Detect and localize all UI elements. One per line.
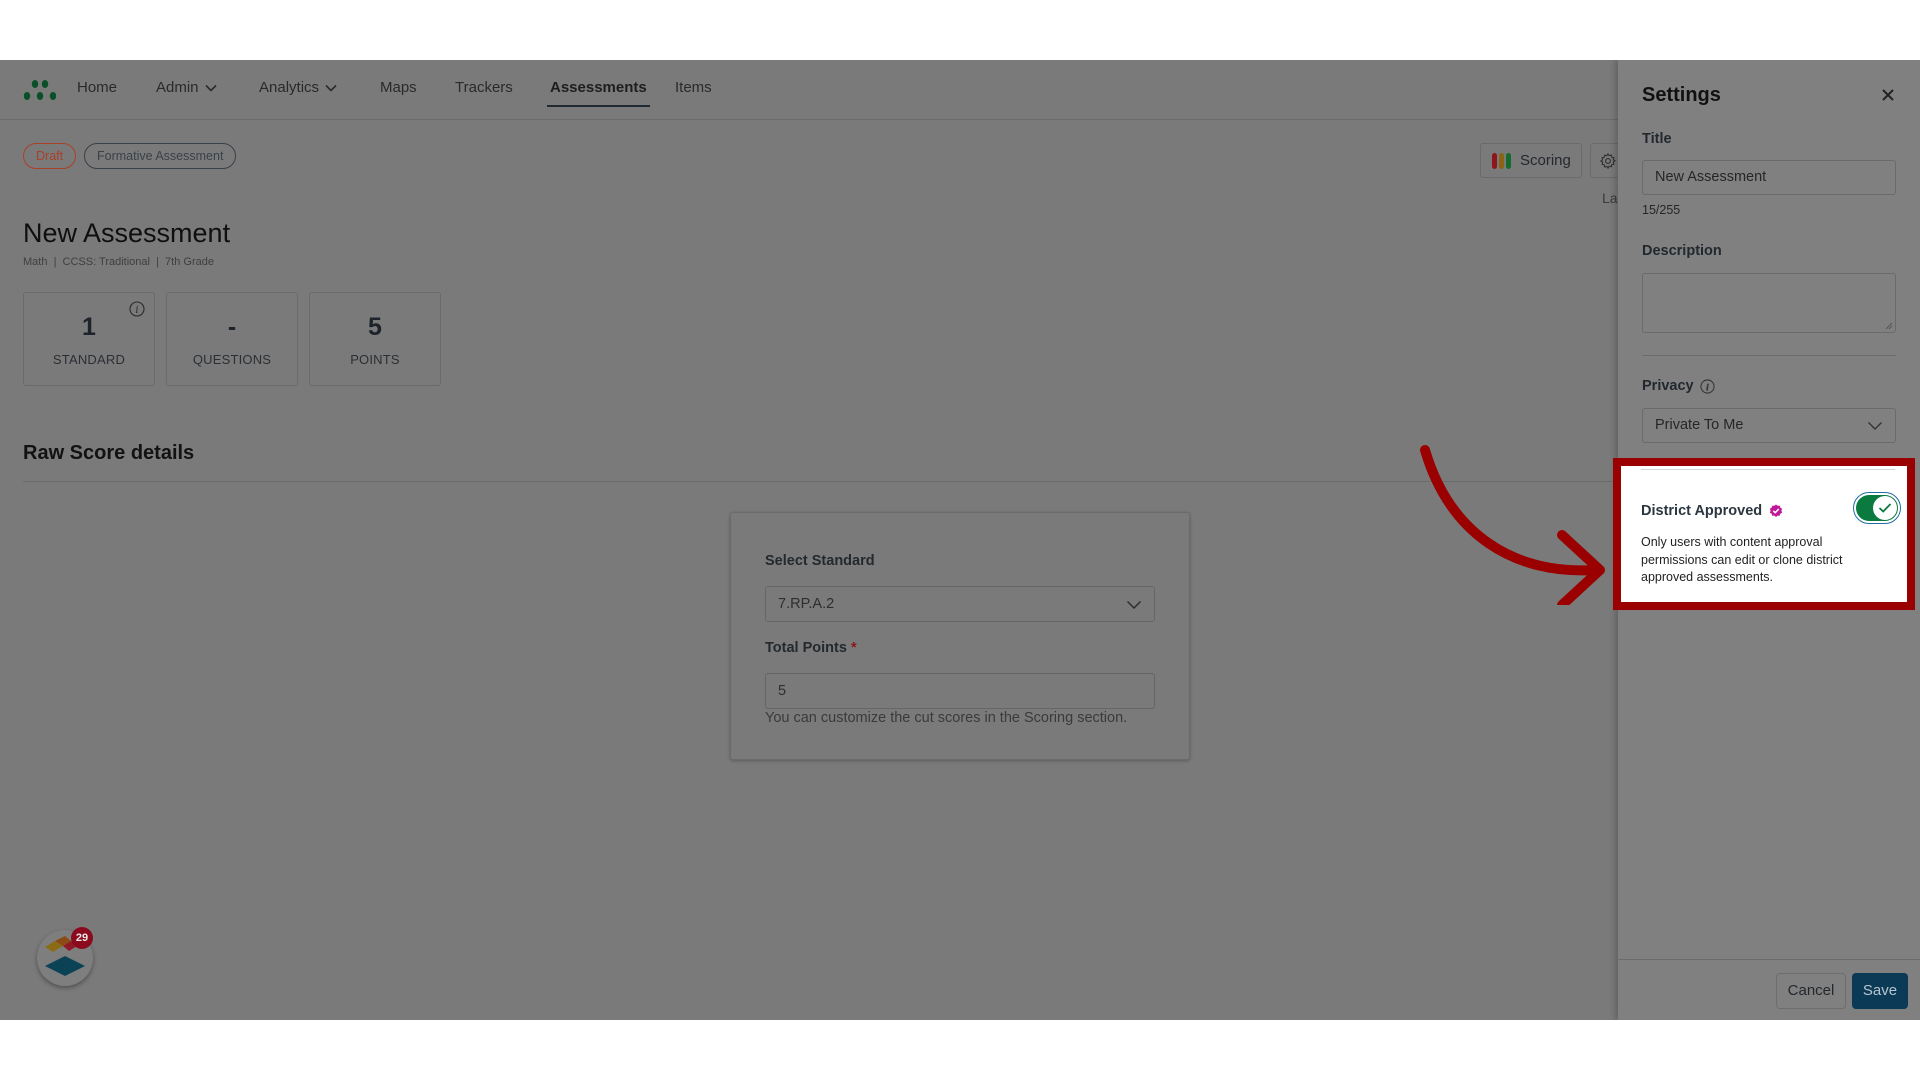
gear-icon — [1599, 152, 1616, 170]
district-approved-label-text: District Approved — [1641, 503, 1763, 519]
notification-count-badge: 29 — [71, 927, 93, 949]
panel-divider — [1642, 355, 1896, 356]
select-standard-label: Select Standard — [765, 553, 875, 569]
total-points-label-text: Total Points — [765, 640, 847, 656]
nav-assessments-label: Assessments — [550, 79, 647, 96]
svg-text:i: i — [1705, 382, 1709, 393]
stat-value: - — [227, 313, 237, 341]
required-mark: * — [850, 640, 857, 656]
chevron-down-icon — [1126, 600, 1142, 610]
resize-handle-icon[interactable] — [1885, 322, 1893, 330]
nav-admin[interactable]: Admin — [156, 79, 217, 96]
truncated-label: La — [1602, 190, 1618, 206]
assessment-type-badge: Formative Assessment — [84, 143, 237, 169]
active-tab-indicator — [547, 105, 650, 107]
nav-trackers-label: Trackers — [455, 79, 513, 96]
status-badge: Draft — [23, 143, 77, 169]
assessment-meta: Math | CCSS: Traditional | 7th Grade — [23, 256, 214, 268]
nav-home[interactable]: Home — [77, 79, 117, 96]
panel-divider — [1641, 469, 1895, 470]
district-approved-description: Only users with content approval permiss… — [1641, 535, 1843, 584]
scoring-button[interactable]: Scoring — [1480, 143, 1582, 178]
title-label: Title — [1642, 131, 1672, 147]
chevron-down-icon — [1868, 422, 1882, 430]
section-title: Raw Score details — [23, 442, 195, 464]
nav-analytics[interactable]: Analytics — [259, 79, 337, 96]
nav-items-label: Items — [675, 79, 712, 96]
stat-value: 5 — [368, 313, 382, 341]
stat-card-standard: i 1 STANDARD — [23, 292, 155, 386]
app-logo-icon[interactable] — [22, 79, 58, 103]
privacy-label: Privacy i — [1642, 378, 1715, 394]
nav-maps-label: Maps — [380, 79, 417, 96]
stat-card-questions: - QUESTIONS — [166, 292, 298, 386]
toggle-knob — [1873, 496, 1897, 520]
annotation-arrow-icon — [1420, 445, 1605, 605]
district-approved-label: District Approved — [1641, 503, 1783, 519]
scoring-hint: You can customize the cut scores in the … — [765, 710, 1128, 726]
title-input-value: New Assessment — [1655, 169, 1767, 185]
raw-score-card: Select Standard 7.RP.A.2 Total Points * … — [730, 512, 1190, 760]
top-nav: Home Admin Analytics Maps Trackers Asses… — [0, 60, 1618, 120]
info-icon[interactable]: i — [1700, 379, 1715, 394]
close-icon[interactable] — [1880, 87, 1896, 103]
description-textarea[interactable] — [1642, 273, 1896, 333]
cancel-button[interactable]: Cancel — [1776, 973, 1846, 1009]
help-widget-button[interactable]: 29 — [37, 927, 93, 986]
nav-home-label: Home — [77, 79, 118, 96]
footer-divider — [1618, 959, 1920, 960]
stat-label: POINTS — [350, 352, 400, 367]
title-char-count: 15/255 — [1642, 203, 1681, 217]
app-window: Home Admin Analytics Maps Trackers Asses… — [0, 60, 1920, 1020]
page-title: New Assessment — [23, 218, 231, 248]
check-icon — [1878, 503, 1892, 513]
total-points-label: Total Points * — [765, 640, 857, 656]
chevron-down-icon — [204, 84, 217, 92]
privacy-select-value: Private To Me — [1655, 417, 1744, 433]
total-points-input[interactable]: 5 — [765, 673, 1155, 709]
nav-admin-label: Admin — [156, 79, 199, 96]
nav-assessments[interactable]: Assessments — [547, 79, 650, 107]
nav-analytics-label: Analytics — [259, 79, 320, 96]
save-button[interactable]: Save — [1852, 973, 1908, 1009]
stat-value: 1 — [82, 313, 96, 341]
section-divider — [23, 481, 1618, 482]
district-approved-highlight: District Approved Only users with conten… — [1613, 458, 1915, 610]
verified-badge-icon — [1770, 504, 1783, 517]
settings-title: Settings — [1642, 84, 1721, 106]
chevron-down-icon — [325, 84, 337, 92]
scoring-bars-icon — [1492, 152, 1511, 169]
stat-label: QUESTIONS — [192, 352, 272, 367]
privacy-select[interactable]: Private To Me — [1642, 408, 1896, 443]
privacy-label-text: Privacy — [1642, 378, 1694, 394]
standard-select-value: 7.RP.A.2 — [778, 596, 835, 612]
nav-trackers[interactable]: Trackers — [455, 79, 513, 96]
district-approved-toggle[interactable] — [1853, 492, 1901, 524]
total-points-value: 5 — [778, 683, 787, 699]
scoring-label: Scoring — [1520, 152, 1571, 169]
toggle-track — [1856, 495, 1898, 521]
stat-label: STANDARD — [52, 352, 126, 367]
description-label: Description — [1642, 243, 1722, 259]
nav-maps[interactable]: Maps — [380, 79, 417, 96]
standard-select[interactable]: 7.RP.A.2 — [765, 586, 1155, 622]
stat-card-points: 5 POINTS — [309, 292, 441, 386]
title-input[interactable]: New Assessment — [1642, 160, 1896, 195]
nav-items[interactable]: Items — [675, 79, 712, 96]
